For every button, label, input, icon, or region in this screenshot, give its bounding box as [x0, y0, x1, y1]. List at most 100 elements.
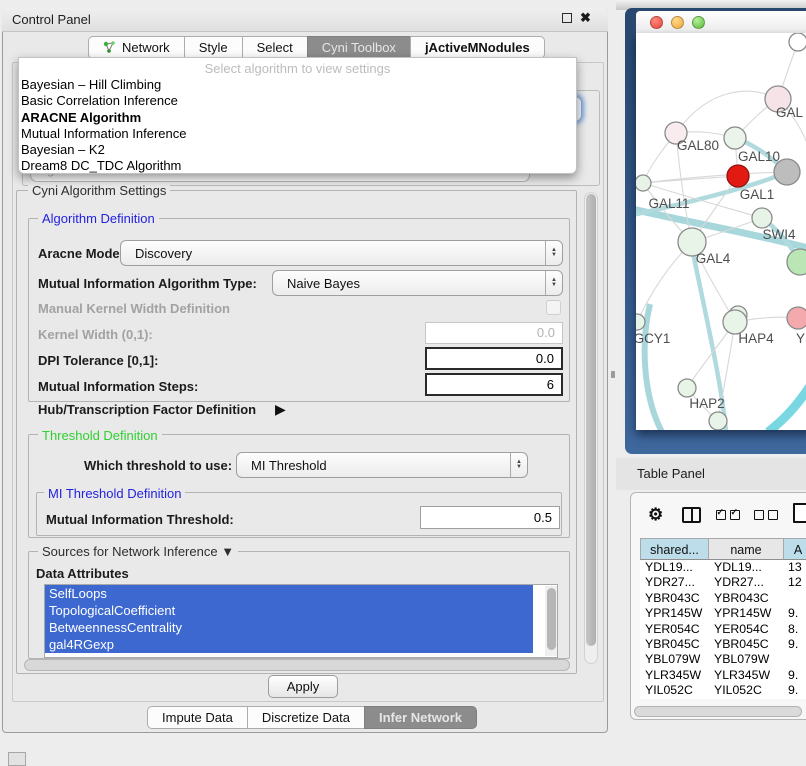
mi-threshold-label: Mutual Information Threshold: [46, 512, 234, 527]
algorithm-option[interactable]: Mutual Information Inference [19, 126, 576, 142]
bottom-tab-bar: Impute DataDiscretize DataInfer Network [147, 706, 477, 729]
column-header-3[interactable]: A [784, 538, 806, 560]
combo-stepper-icon: ▲▼ [545, 271, 562, 295]
close-icon[interactable]: ✖ [580, 10, 591, 26]
data-attributes-list[interactable]: SelfLoopsTopologicalCoefficientBetweenne… [44, 584, 558, 658]
table-cell: YDR27... [640, 575, 709, 590]
network-node[interactable] [709, 412, 727, 430]
tab-network[interactable]: Network [88, 36, 185, 59]
which-threshold-combo[interactable]: MI Threshold ▲▼ [236, 452, 528, 478]
table-row[interactable]: YBR043CYBR043C [640, 591, 806, 606]
minimize-traffic-light-icon[interactable] [671, 16, 684, 29]
table-cell: YDR27... [709, 575, 784, 590]
gear-icon[interactable]: ⚙ [648, 505, 663, 525]
document-icon[interactable] [793, 503, 806, 523]
network-node-gal11[interactable] [636, 175, 651, 191]
table-cell: YBR045C [640, 637, 709, 652]
attribute-item-selected[interactable]: TopologicalCoefficient [45, 602, 533, 619]
mi-threshold-field[interactable]: 0.5 [420, 506, 560, 529]
table-cell: 12 [784, 575, 806, 590]
apply-button[interactable]: Apply [268, 675, 338, 698]
table-row[interactable]: YER054CYER054C8. [640, 622, 806, 637]
network-node-gal1[interactable] [727, 165, 749, 187]
table-panel-title: Table Panel [637, 466, 705, 481]
table-hscrollbar[interactable] [634, 706, 802, 717]
table-row[interactable]: YDR27...YDR27...12 [640, 575, 806, 590]
network-node-gal10[interactable] [724, 127, 746, 149]
close-traffic-light-icon[interactable] [650, 16, 663, 29]
table-cell: 9. [784, 606, 806, 621]
mi-type-combo[interactable]: Naive Bayes ▲▼ [272, 270, 563, 296]
tab-style[interactable]: Style [184, 36, 243, 59]
algorithm-option[interactable]: Basic Correlation Inference [19, 93, 576, 109]
algorithm-option[interactable]: ARACNE Algorithm [19, 110, 576, 126]
column-header-2[interactable]: name [709, 538, 784, 560]
tab-cyni-toolbox[interactable]: Cyni Toolbox [307, 36, 411, 59]
node-table[interactable]: shared...nameAYDL19...YDL19...13YDR27...… [640, 538, 806, 699]
network-canvas[interactable]: GALGAL80GAL10GAL1GAL11SWI4GAL4YGCY1HAP4H… [636, 33, 806, 430]
control-panel-title: Control Panel [12, 12, 91, 27]
tab-impute-data[interactable]: Impute Data [147, 706, 248, 729]
zoom-traffic-light-icon[interactable] [692, 16, 705, 29]
which-threshold-value: MI Threshold [237, 458, 510, 473]
table-row[interactable]: YDL19...YDL19...13 [640, 560, 806, 575]
table-row[interactable]: YBL079WYBL079W [640, 652, 806, 667]
table-cell [784, 652, 806, 667]
settings-vscrollbar-thumb[interactable] [586, 194, 596, 646]
collapsed-panel-icon[interactable] [8, 752, 26, 766]
network-graph: GALGAL80GAL10GAL1GAL11SWI4GAL4YGCY1HAP4H… [636, 33, 806, 430]
network-node-y[interactable] [787, 307, 806, 329]
tab-select[interactable]: Select [242, 36, 308, 59]
algorithm-option[interactable]: Dream8 DC_TDC Algorithm [19, 158, 576, 174]
settings-hscrollbar[interactable] [24, 659, 570, 671]
table-cell: 9. [784, 683, 806, 698]
kernel-width-label: Kernel Width (0,1): [38, 327, 153, 342]
algorithm-option[interactable]: Bayesian – Hill Climbing [19, 77, 576, 93]
table-cell: YBR043C [709, 591, 784, 606]
network-node-hap2[interactable] [678, 379, 696, 397]
node-label: GAL1 [740, 187, 775, 202]
table-row[interactable]: YPR145WYPR145W9. [640, 606, 806, 621]
network-node[interactable] [774, 159, 800, 185]
dpi-tolerance-label: DPI Tolerance [0,1]: [38, 353, 158, 368]
unchecked-boxes-icon[interactable] [754, 510, 778, 520]
mi-type-label: Mutual Information Algorithm Type: [38, 276, 257, 291]
dpi-tolerance-field[interactable]: 0.0 [425, 347, 563, 370]
attribute-item-selected[interactable]: gal4RGexp [45, 636, 533, 653]
cyni-algorithm-settings-legend: Cyni Algorithm Settings [28, 183, 170, 198]
table-row[interactable]: YLR345WYLR345W9. [640, 668, 806, 683]
float-window-icon[interactable] [562, 13, 572, 23]
column-header-1[interactable]: shared... [640, 538, 709, 560]
table-row[interactable]: YBR045CYBR045C9. [640, 637, 806, 652]
algorithm-option[interactable]: Bayesian – K2 [19, 142, 576, 158]
tab-jactivemnodules[interactable]: jActiveMNodules [410, 36, 545, 59]
hub-section-toggle[interactable]: Hub/Transcription Factor Definition [38, 402, 256, 417]
mi-steps-field[interactable]: 6 [425, 373, 563, 396]
split-columns-icon[interactable] [682, 507, 701, 523]
attributes-scrollbar-thumb[interactable] [547, 588, 556, 650]
network-window-titlebar[interactable] [636, 11, 806, 33]
table-cell: YER054C [640, 622, 709, 637]
manual-kernel-checkbox[interactable] [546, 300, 561, 315]
node-label: HAP2 [689, 396, 724, 411]
aracne-mode-combo[interactable]: Discovery ▲▼ [120, 240, 563, 266]
collapsed-arrow-icon[interactable]: ▶ [275, 401, 286, 418]
tab-infer-network[interactable]: Infer Network [364, 706, 477, 729]
table-cell: YPR145W [709, 606, 784, 621]
table-row[interactable]: YIL052CYIL052C9. [640, 683, 806, 698]
panel-resize-handle[interactable] [611, 371, 615, 378]
network-node[interactable] [787, 249, 806, 275]
kernel-width-field[interactable]: 0.0 [425, 322, 563, 344]
sources-legend[interactable]: Sources for Network Inference ▼ [38, 544, 238, 559]
network-node-swi4[interactable] [752, 208, 772, 228]
tab-discretize-data[interactable]: Discretize Data [247, 706, 365, 729]
node-label: GCY1 [636, 331, 670, 346]
manual-kernel-label: Manual Kernel Width Definition [38, 301, 230, 316]
table-cell: YDL19... [709, 560, 784, 575]
checked-boxes-icon[interactable] [716, 510, 740, 520]
node-label: SWI4 [762, 227, 795, 242]
attribute-item-selected[interactable]: SelfLoops [45, 585, 533, 602]
table-cell: 13 [784, 560, 806, 575]
network-node[interactable] [789, 33, 806, 51]
attribute-item-selected[interactable]: BetweennessCentrality [45, 619, 533, 636]
